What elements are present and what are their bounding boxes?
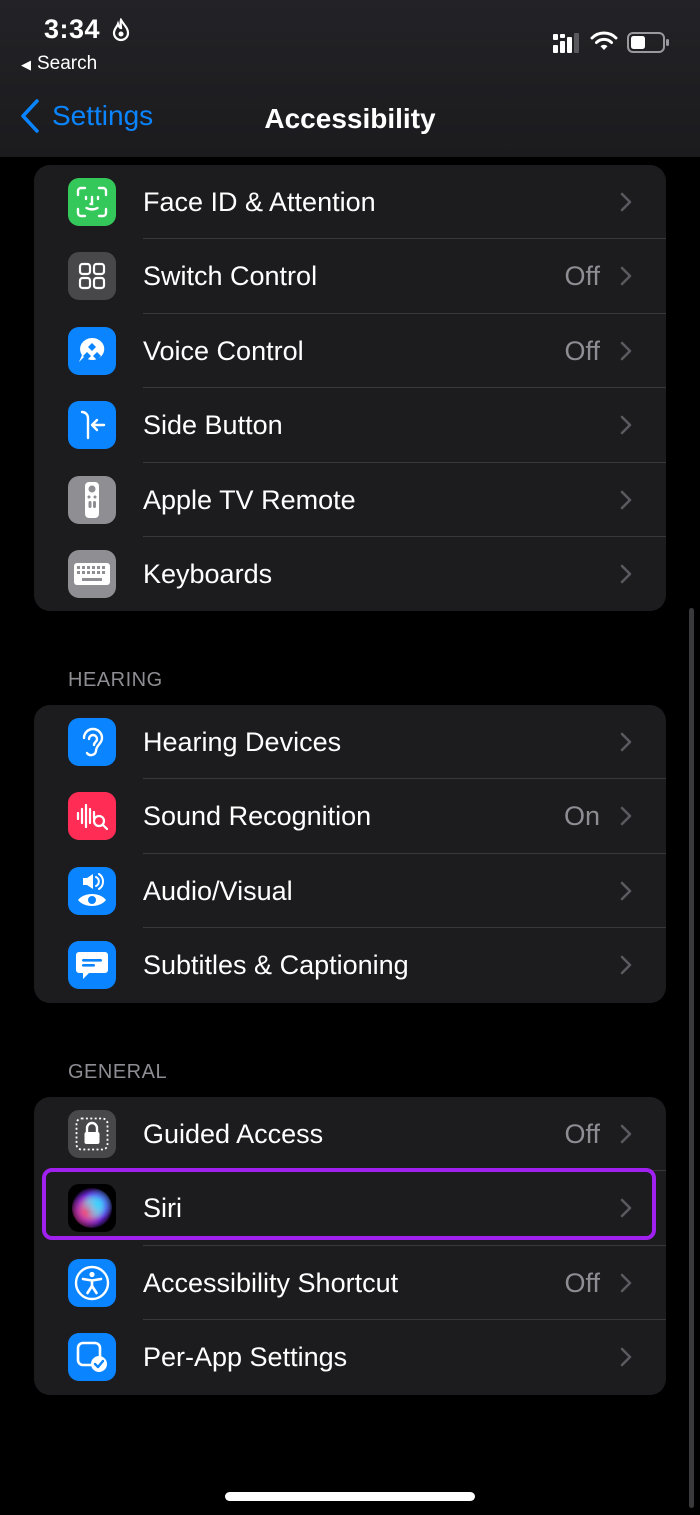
- chevron-right-icon: [620, 192, 632, 212]
- row-value: Off: [564, 1267, 600, 1298]
- voice-control-row[interactable]: Voice Control Off: [34, 314, 666, 389]
- row-label: Per-App Settings: [143, 1342, 348, 1373]
- hearing-group: Hearing Devices Sound Recognition On Aud…: [34, 705, 666, 1003]
- per-app-settings-icon: [68, 1333, 116, 1382]
- physical-motor-group: Face ID & Attention Switch Control Off V…: [34, 165, 666, 612]
- chevron-right-icon: [620, 415, 632, 435]
- wifi-icon: [590, 30, 618, 57]
- sound-recognition-icon: [68, 792, 116, 841]
- row-label: Keyboards: [143, 558, 273, 589]
- back-to-search-link[interactable]: ◀ Search: [21, 53, 97, 75]
- general-group: Guided Access Off Siri Accessibility Sho…: [34, 1097, 666, 1395]
- side-button-row[interactable]: Side Button: [34, 388, 666, 463]
- back-triangle-icon: ◀: [21, 57, 31, 72]
- chevron-right-icon: [620, 881, 632, 901]
- home-indicator[interactable]: [225, 1492, 475, 1501]
- row-label: Guided Access: [143, 1119, 324, 1149]
- sound-recognition-row[interactable]: Sound Recognition On: [34, 779, 666, 854]
- audio-visual-icon: [68, 866, 116, 915]
- subtitles-captioning-row[interactable]: Subtitles & Captioning: [34, 928, 666, 1002]
- row-label: Face ID & Attention: [143, 187, 376, 217]
- focus-mode-icon: [111, 17, 131, 47]
- row-label: Switch Control: [143, 261, 318, 292]
- keyboard-icon: [68, 549, 116, 598]
- row-label: Hearing Devices: [143, 727, 342, 757]
- row-label: Apple TV Remote: [143, 484, 356, 515]
- navigation-header: 3:34 ◀ Search Settings Accessibility: [0, 0, 700, 157]
- status-time: 3:34: [44, 14, 101, 44]
- audio-visual-row[interactable]: Audio/Visual: [34, 854, 666, 929]
- chevron-right-icon: [620, 807, 632, 826]
- face-id-attention-row[interactable]: Face ID & Attention: [34, 165, 666, 240]
- siri-highlight-annotation: [42, 1168, 656, 1240]
- row-label: Subtitles & Captioning: [143, 950, 409, 981]
- page-title: Accessibility: [264, 103, 436, 134]
- chevron-right-icon: [620, 564, 632, 584]
- chevron-right-icon: [620, 1124, 632, 1144]
- voice-control-icon: [68, 326, 116, 375]
- subtitles-icon: [68, 941, 116, 990]
- battery-icon: [627, 32, 671, 59]
- per-app-settings-row[interactable]: Per-App Settings: [34, 1320, 666, 1394]
- chevron-right-icon: [620, 1273, 632, 1293]
- chevron-right-icon: [620, 1347, 632, 1367]
- scrollbar[interactable]: [689, 608, 694, 1508]
- row-value: Off: [564, 1119, 600, 1149]
- accessibility-shortcut-row[interactable]: Accessibility Shortcut Off: [34, 1246, 666, 1321]
- hearing-devices-row[interactable]: Hearing Devices: [34, 705, 666, 780]
- section-header-hearing: HEARING: [68, 669, 163, 691]
- chevron-right-icon: [620, 955, 632, 975]
- apple-tv-remote-icon: [68, 475, 116, 524]
- row-label: Side Button: [143, 410, 283, 441]
- guided-access-lock-icon: [68, 1110, 116, 1158]
- row-value: On: [563, 801, 600, 832]
- ear-icon: [68, 718, 116, 766]
- row-value: Off: [564, 261, 600, 292]
- row-label: Audio/Visual: [143, 875, 293, 906]
- row-label: Voice Control: [143, 335, 304, 366]
- switch-control-icon: [68, 252, 116, 301]
- chevron-right-icon: [620, 267, 632, 286]
- cellular-signal-icon: [553, 33, 581, 58]
- switch-control-row[interactable]: Switch Control Off: [34, 239, 666, 314]
- chevron-right-icon: [620, 732, 632, 752]
- keyboards-row[interactable]: Keyboards: [34, 537, 666, 611]
- chevron-right-icon: [620, 341, 632, 361]
- side-button-icon: [68, 401, 116, 450]
- back-app-label: Search: [37, 53, 98, 74]
- chevron-right-icon: [620, 490, 632, 509]
- row-value: Off: [564, 335, 600, 366]
- accessibility-shortcut-icon: [68, 1258, 116, 1307]
- section-header-general: GENERAL: [68, 1061, 168, 1083]
- row-label: Accessibility Shortcut: [143, 1267, 399, 1298]
- row-label: Sound Recognition: [143, 801, 372, 832]
- apple-tv-remote-row[interactable]: Apple TV Remote: [34, 463, 666, 537]
- guided-access-row[interactable]: Guided Access Off: [34, 1097, 666, 1172]
- face-id-icon: [68, 178, 116, 226]
